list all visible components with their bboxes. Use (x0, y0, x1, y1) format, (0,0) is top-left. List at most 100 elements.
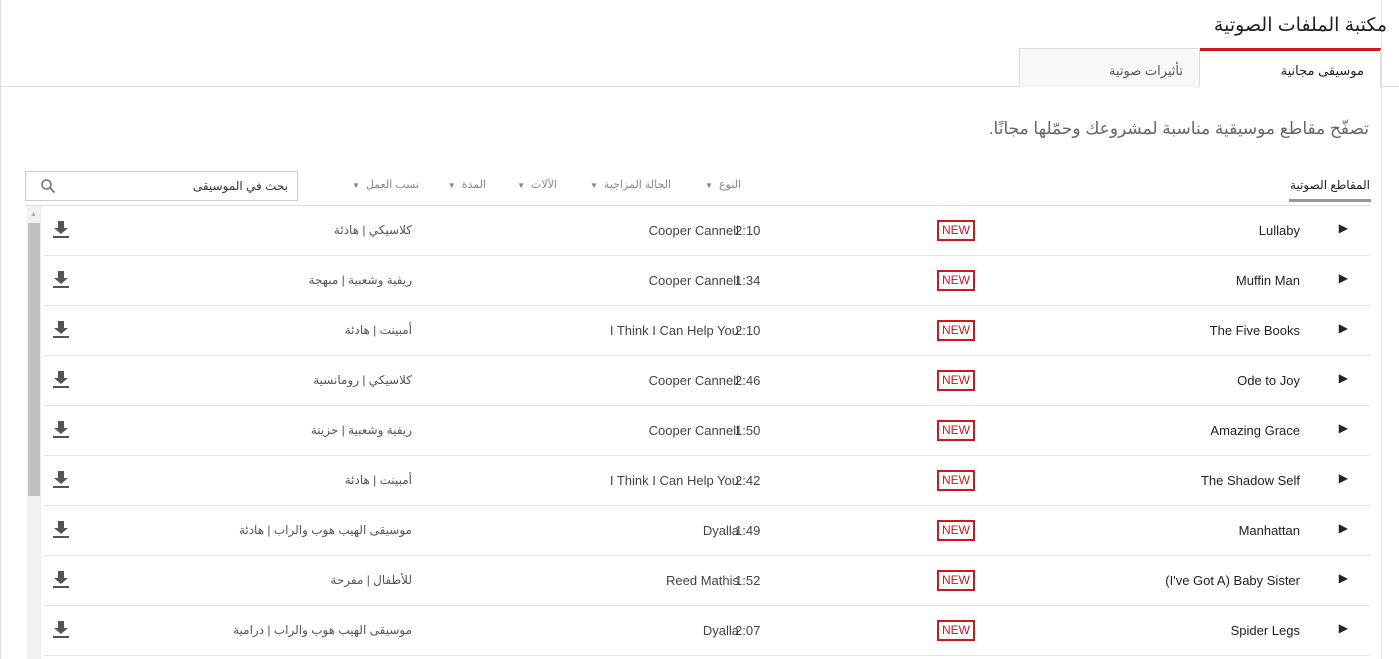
track-list: ▲ كلاسيكي | هادئة Cooper Cannell 2:10 NE… (25, 206, 1371, 659)
filter-label: الحالة المزاجية (603, 179, 671, 191)
play-icon[interactable]: ▶ (1339, 321, 1348, 335)
play-icon[interactable]: ▶ (1339, 371, 1348, 385)
filter-instruments[interactable]: الآلات ▼ (517, 178, 557, 191)
track-artist[interactable]: Cooper Cannell (649, 423, 739, 438)
tab-free-music[interactable]: موسيقى مجانية (1200, 48, 1381, 88)
filter-label: النوع (719, 179, 741, 191)
filter-mood[interactable]: الحالة المزاجية ▼ (590, 178, 671, 191)
track-genre: كلاسيكي | رومانسية (313, 373, 412, 387)
dropdown-arrow-icon: ▼ (590, 181, 598, 190)
track-row[interactable]: للأطفال | مفرحة Reed Mathis 1:52 NEW (I'… (44, 556, 1370, 606)
download-icon[interactable] (52, 420, 70, 441)
track-row[interactable]: ريفية وشعبية | حزينة Cooper Cannell 1:50… (44, 406, 1370, 456)
track-title: Lullaby (1258, 223, 1300, 238)
track-genre: كلاسيكي | هادئة (333, 223, 412, 237)
track-row[interactable]: موسيقى الهيب هوب والراب | درامية Dyalla … (44, 606, 1370, 656)
search-input[interactable] (62, 177, 288, 195)
track-title: Amazing Grace (1210, 423, 1300, 438)
play-icon[interactable]: ▶ (1339, 621, 1348, 635)
track-genre: ريفية وشعبية | حزينة (310, 423, 412, 437)
filter-genre[interactable]: النوع ▼ (705, 178, 741, 191)
scrollbar-thumb[interactable] (28, 223, 40, 496)
track-duration: 2:07 (735, 623, 761, 638)
filter-bar: المقاطع الصوتية النوع▼ الحالة المزاجية▼ … (25, 170, 1371, 206)
track-artist[interactable]: Cooper Cannell (649, 373, 739, 388)
dropdown-arrow-icon: ▼ (517, 181, 526, 190)
filter-label: المدة (461, 179, 486, 191)
play-icon[interactable]: ▶ (1339, 571, 1348, 585)
new-badge: NEW (937, 420, 975, 441)
play-icon[interactable]: ▶ (1339, 471, 1348, 485)
scroll-up-icon[interactable]: ▲ (30, 211, 37, 218)
track-row[interactable]: ريفية وشعبية | مبهجة Cooper Cannell 1:34… (44, 256, 1370, 306)
track-artist[interactable]: Cooper Cannell (649, 223, 739, 238)
dropdown-arrow-icon: ▼ (447, 181, 456, 190)
new-badge: NEW (937, 470, 975, 491)
track-duration: 2:10 (735, 323, 761, 338)
dropdown-arrow-icon: ▼ (351, 181, 360, 190)
track-row[interactable]: موسيقى الهيب هوب والراب | هادئة Dyalla 1… (44, 506, 1370, 556)
track-artist[interactable]: Dyalla (703, 623, 739, 638)
track-artist[interactable]: Cooper Cannell (649, 273, 739, 288)
download-icon[interactable] (52, 320, 70, 341)
subtab-tracks[interactable]: المقاطع الصوتية (1289, 170, 1371, 202)
dropdown-arrow-icon: ▼ (705, 181, 714, 190)
description: تصفّح مقاطع موسيقية مناسبة لمشروعك وحمّل… (988, 119, 1369, 138)
track-genre: موسيقى الهيب هوب والراب | درامية (233, 623, 412, 637)
new-badge: NEW (937, 620, 975, 641)
track-title: Spider Legs (1230, 623, 1300, 638)
filter-duration[interactable]: المدة ▼ (448, 178, 486, 191)
track-genre: للأطفال | مفرحة (330, 573, 412, 587)
scrollbar[interactable]: ▲ (27, 206, 41, 659)
track-duration: 1:50 (735, 423, 761, 438)
track-row[interactable]: أمبينت | هادئة I Think I Can Help You 2:… (44, 306, 1370, 356)
new-badge: NEW (937, 270, 975, 291)
track-title: The Five Books (1209, 323, 1300, 338)
play-icon[interactable]: ▶ (1339, 221, 1348, 235)
download-icon[interactable] (52, 470, 70, 491)
track-genre: موسيقى الهيب هوب والراب | هادئة (238, 523, 412, 537)
tab-sound-effects[interactable]: تأثيرات صوتية (1019, 48, 1200, 87)
track-title: (I've Got A) Baby Sister (1165, 573, 1300, 588)
track-genre: أمبينت | هادئة (344, 323, 412, 337)
page-title: مكتبة الملفات الصوتية (1213, 15, 1387, 36)
track-genre: ريفية وشعبية | مبهجة (308, 273, 412, 287)
search-icon[interactable] (40, 178, 56, 199)
track-artist[interactable]: Dyalla (703, 523, 739, 538)
track-artist[interactable]: I Think I Can Help You (610, 473, 739, 488)
track-title: Ode to Joy (1237, 373, 1300, 388)
play-icon[interactable]: ▶ (1339, 521, 1348, 535)
new-badge: NEW (937, 320, 975, 341)
track-row[interactable]: أمبينت | هادئة I Think I Can Help You 2:… (44, 456, 1370, 506)
new-badge: NEW (937, 370, 975, 391)
play-icon[interactable]: ▶ (1339, 421, 1348, 435)
track-duration: 1:49 (735, 523, 761, 538)
filter-label: نسب العمل (365, 179, 419, 191)
download-icon[interactable] (52, 370, 70, 391)
track-genre: أمبينت | هادئة (344, 473, 412, 487)
track-row[interactable]: كلاسيكي | هادئة Cooper Cannell 2:10 NEW … (44, 206, 1370, 256)
download-icon[interactable] (52, 220, 70, 241)
new-badge: NEW (937, 520, 975, 541)
download-icon[interactable] (52, 620, 70, 641)
track-title: Muffin Man (1235, 273, 1300, 288)
track-duration: 1:34 (735, 273, 761, 288)
track-title: Manhattan (1238, 523, 1300, 538)
play-icon[interactable]: ▶ (1339, 271, 1348, 285)
track-artist[interactable]: I Think I Can Help You (610, 323, 739, 338)
search-box (25, 171, 298, 201)
track-duration: 2:42 (735, 473, 761, 488)
download-icon[interactable] (52, 270, 70, 291)
track-title: The Shadow Self (1200, 473, 1300, 488)
new-badge: NEW (937, 220, 975, 241)
track-duration: 2:10 (735, 223, 761, 238)
track-duration: 1:52 (735, 573, 761, 588)
track-artist[interactable]: Reed Mathis (666, 573, 739, 588)
download-icon[interactable] (52, 520, 70, 541)
track-duration: 2:46 (735, 373, 761, 388)
filter-label: الآلات (531, 179, 557, 191)
track-row[interactable]: كلاسيكي | رومانسية Cooper Cannell 2:46 N… (44, 356, 1370, 406)
new-badge: NEW (937, 570, 975, 591)
download-icon[interactable] (52, 570, 70, 591)
filter-attribution[interactable]: نسب العمل ▼ (352, 178, 419, 191)
